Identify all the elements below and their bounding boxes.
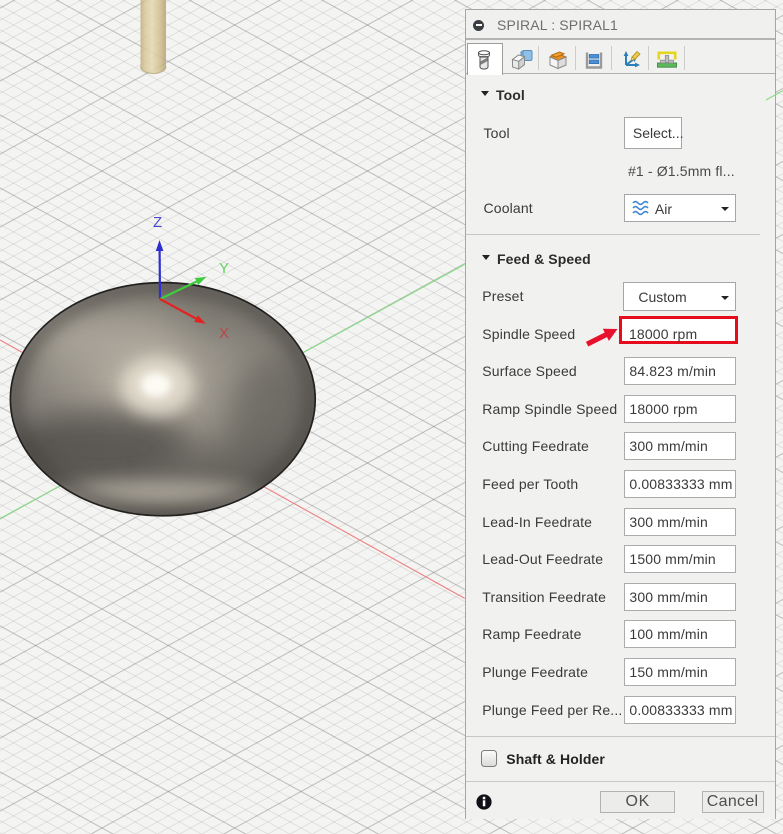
svg-text:Z: Z [153,214,162,231]
svg-text:Y: Y [219,260,229,277]
svg-text:X: X [219,325,229,342]
